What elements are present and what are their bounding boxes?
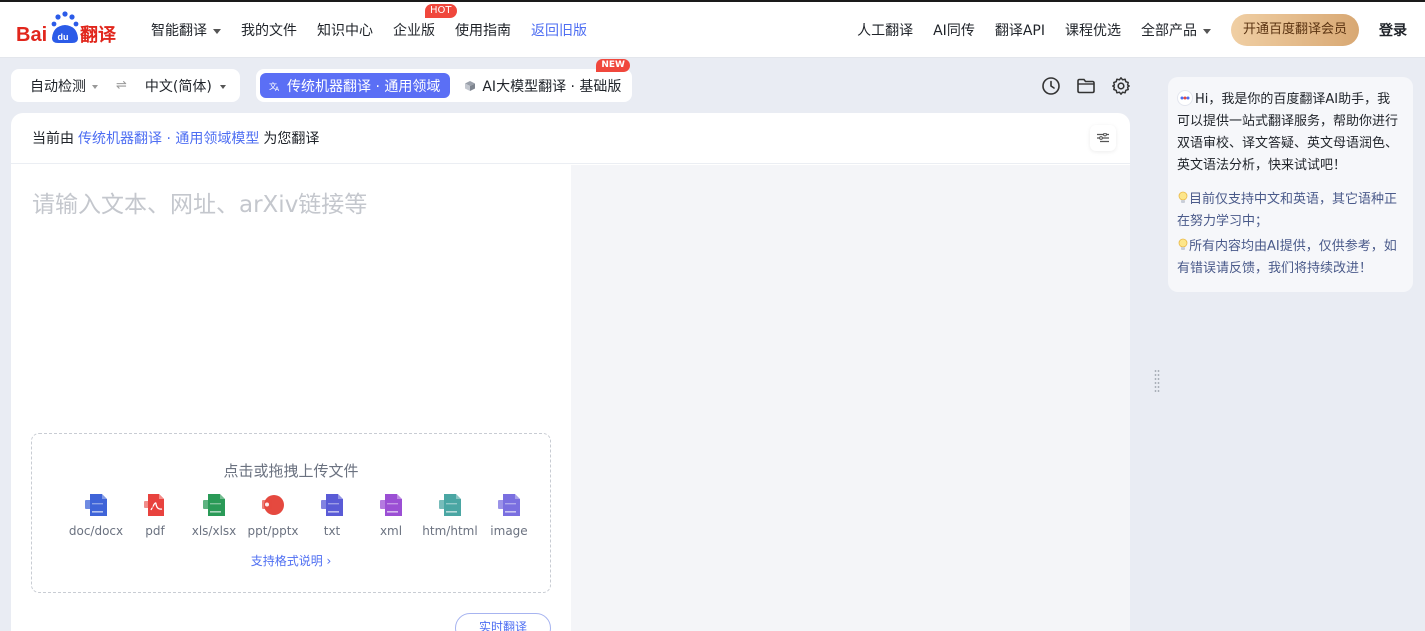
svg-text:A: A (275, 86, 280, 92)
history-clock-icon[interactable] (1041, 76, 1061, 96)
panel-resize-handle[interactable] (1154, 369, 1160, 395)
file-type-pdf: pdf (125, 491, 185, 538)
nav-my-files[interactable]: 我的文件 (241, 20, 297, 40)
nav-user-guide[interactable]: 使用指南 (455, 20, 511, 40)
source-language-dropdown[interactable]: 自动检测 (30, 76, 98, 96)
nav-enterprise[interactable]: 企业版 HOT (393, 4, 457, 40)
lightbulb-icon (1178, 191, 1188, 203)
upload-title: 点击或拖拽上传文件 (223, 462, 359, 480)
excel-icon (203, 494, 225, 516)
supported-formats-link[interactable]: 支持格式说明 › (32, 552, 550, 569)
model-name-link[interactable]: 传统机器翻译 · 通用领域模型 (78, 128, 259, 148)
file-type-ppt: ppt/pptx (243, 491, 303, 538)
top-navigation-bar: Bai du 翻译 智能翻译 我的文件 知识中心 企业版 HOT 使用指南 返回… (0, 0, 1425, 58)
target-language-dropdown[interactable]: 中文(简体) (145, 76, 226, 96)
file-type-label: xls/xlsx (191, 524, 237, 538)
file-type-label: doc/docx (68, 524, 124, 538)
toolbar-icons (1041, 76, 1146, 96)
main-nav: 智能翻译 我的文件 知识中心 企业版 HOT 使用指南 返回旧版 (151, 2, 607, 58)
assistant-message-card: Hi，我是你的百度翻译AI助手，我可以提供一站式翻译服务，帮助你进行双语审校、译… (1168, 77, 1413, 292)
mode-traditional-mt[interactable]: 文 A 传统机器翻译 · 通用领域 (260, 73, 451, 98)
translation-editor: 当前由 传统机器翻译 · 通用领域模型 为您翻译 请输入文本、网址、arXiv链… (11, 113, 1130, 631)
pdf-icon (144, 494, 164, 516)
file-type-excel: xls/xlsx (184, 491, 244, 538)
nav-knowledge-center[interactable]: 知识中心 (317, 20, 373, 40)
source-text-input[interactable]: 请输入文本、网址、arXiv链接等 (32, 185, 367, 219)
nav-ai-interpretation[interactable]: AI同传 (933, 20, 975, 40)
cube-icon (465, 80, 476, 91)
nav-translate-api[interactable]: 翻译API (995, 20, 1045, 40)
assistant-bot-icon (1177, 90, 1193, 106)
file-type-word: doc/docx (66, 491, 126, 538)
login-button[interactable]: 登录 (1379, 20, 1407, 40)
file-type-txt: txt (302, 491, 362, 538)
word-icon (85, 494, 107, 516)
svg-text:du: du (58, 32, 69, 42)
assistant-tips: 目前仅支持中文和英语，其它语种正在努力学习中； 所有内容均由AI提供，仅供参考，… (1177, 189, 1403, 280)
nav-back-to-old-version[interactable]: 返回旧版 (531, 20, 587, 40)
file-type-label: image (490, 524, 528, 538)
file-type-xml: xml (361, 491, 421, 538)
file-type-label: txt (323, 524, 341, 538)
translation-output-pane (571, 165, 1130, 631)
nav-smart-translate[interactable]: 智能翻译 (151, 20, 221, 40)
swap-languages-icon[interactable]: ⇌ (116, 78, 127, 93)
model-info-bar: 当前由 传统机器翻译 · 通用领域模型 为您翻译 (11, 113, 1130, 164)
file-type-list: doc/docx pdf xls/xlsx ppt/pptx txt xml htm/htm… (66, 491, 538, 538)
assistant-tip: 所有内容均由AI提供，仅供参考，如有错误请反馈，我们将持续改进！ (1177, 238, 1397, 276)
mode-ai-llm[interactable]: AI大模型翻译 · 基础版 NEW (464, 58, 630, 96)
chevron-down-icon (213, 28, 221, 34)
sliders-icon (1097, 133, 1109, 143)
lightbulb-icon (1178, 238, 1188, 250)
file-type-label: htm/html (422, 524, 478, 538)
txt-icon (321, 494, 343, 516)
translation-mode-switch: 文 A 传统机器翻译 · 通用领域 AI大模型翻译 · 基础版 NEW (256, 58, 632, 102)
source-text-pane[interactable]: 请输入文本、网址、arXiv链接等 点击或拖拽上传文件 doc/docx pdf x… (11, 165, 571, 631)
language-selector: 自动检测 ⇌ 中文(简体) (11, 69, 240, 102)
nav-courses[interactable]: 课程优选 (1065, 20, 1121, 40)
file-type-html: htm/html (420, 491, 480, 538)
file-type-image: image (479, 491, 539, 538)
assistant-greeting: Hi，我是你的百度翻译AI助手，我可以提供一站式翻译服务，帮助你进行双语审校、译… (1177, 90, 1399, 173)
hot-badge: HOT (425, 4, 457, 18)
new-badge: NEW (596, 58, 630, 72)
realtime-translate-button[interactable]: 实时翻译 (455, 613, 551, 631)
html-icon (439, 494, 461, 516)
chevron-down-icon (219, 84, 226, 89)
svg-text:翻译: 翻译 (80, 24, 117, 46)
chevron-down-icon (92, 84, 98, 89)
file-type-label: xml (379, 524, 403, 538)
nav-human-translation[interactable]: 人工翻译 (857, 20, 913, 40)
image-icon (498, 494, 520, 516)
baidu-translate-logo[interactable]: Bai du 翻译 (16, 10, 120, 50)
settings-gear-icon[interactable] (1111, 76, 1131, 96)
vip-membership-button[interactable]: 开通百度翻译会员 (1230, 14, 1359, 46)
ai-assistant-panel: Hi，我是你的百度翻译AI助手，我可以提供一站式翻译服务，帮助你进行双语审校、译… (1150, 58, 1425, 631)
file-type-label: ppt/pptx (247, 524, 299, 538)
nav-all-products[interactable]: 全部产品 (1141, 20, 1211, 40)
file-type-label: pdf (145, 524, 165, 538)
folder-icon[interactable] (1076, 76, 1096, 96)
ppt-icon (262, 495, 284, 515)
secondary-nav: 人工翻译 AI同传 翻译API 课程优选 全部产品 开通百度翻译会员 登录 (857, 2, 1407, 58)
chevron-down-icon (1202, 28, 1211, 34)
svg-text:Bai: Bai (16, 24, 47, 46)
assistant-tip: 目前仅支持中文和英语，其它语种正在努力学习中； (1177, 191, 1398, 229)
translate-icon: 文 A (269, 81, 280, 92)
layout-settings-icon[interactable] (1090, 125, 1116, 151)
file-upload-dropzone[interactable]: 点击或拖拽上传文件 doc/docx pdf xls/xlsx ppt/pptx txt… (31, 433, 551, 593)
xml-icon (380, 494, 402, 516)
